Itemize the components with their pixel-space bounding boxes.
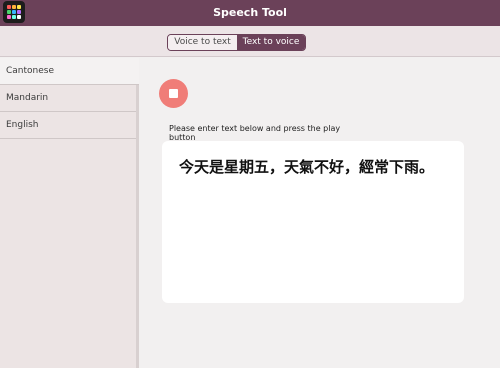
text-input-value: 今天是星期五，天氣不好，經常下雨。 xyxy=(179,158,435,176)
sidebar-item-english[interactable]: English xyxy=(0,112,136,139)
text-to-voice-tab[interactable]: Text to voice xyxy=(237,35,305,50)
window-title: Speech Tool xyxy=(213,6,287,19)
instruction-text: Please enter text below and press the pl… xyxy=(169,124,341,142)
voice-to-text-tab[interactable]: Voice to text xyxy=(168,35,237,50)
sidebar-item-cantonese[interactable]: Cantonese xyxy=(0,58,139,85)
mode-toggle: Voice to text Text to voice xyxy=(167,34,306,51)
toolbar: Voice to text Text to voice xyxy=(0,26,500,57)
stop-icon xyxy=(169,89,178,98)
sidebar-item-mandarin[interactable]: Mandarin xyxy=(0,85,136,112)
main-panel: Please enter text below and press the pl… xyxy=(139,58,500,368)
text-input-area[interactable]: 今天是星期五，天氣不好，經常下雨。 xyxy=(162,141,464,303)
title-bar: Speech Tool xyxy=(0,0,500,26)
language-sidebar: Cantonese Mandarin English xyxy=(0,58,139,368)
stop-button[interactable] xyxy=(159,79,188,108)
